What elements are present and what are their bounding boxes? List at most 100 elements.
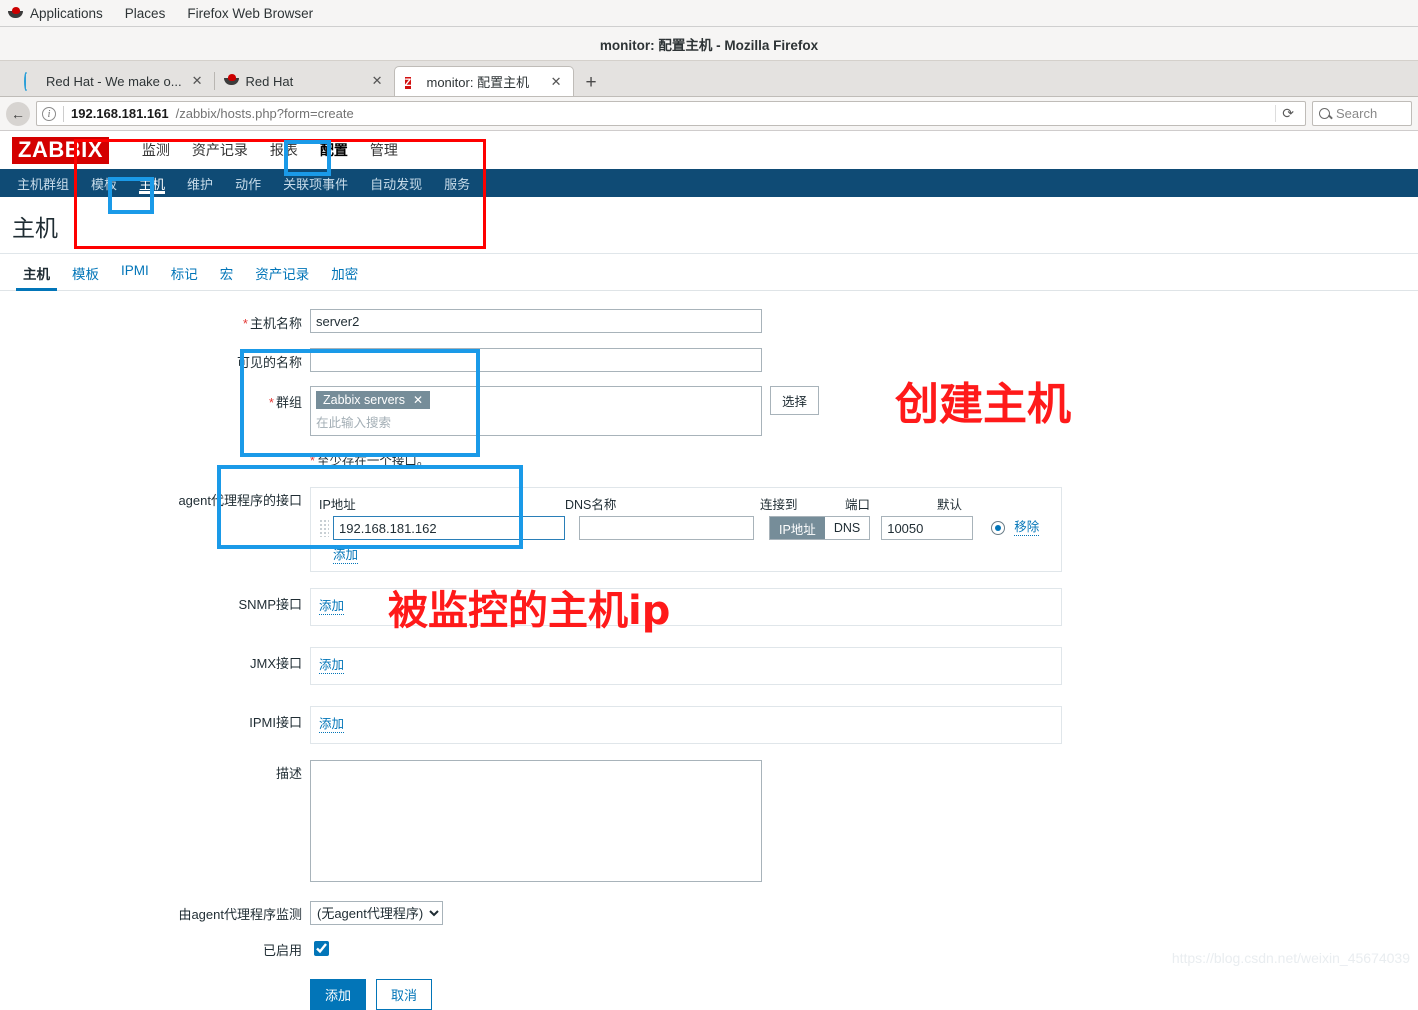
add-snmp-interface-link[interactable]: 添加 <box>319 599 345 615</box>
tab-inventory[interactable]: 资产记录 <box>244 254 320 290</box>
group-multiselect[interactable]: Zabbix servers ✕ 在此输入搜索 <box>310 386 762 436</box>
col-port-header: 端口 <box>845 498 871 512</box>
tab-tags[interactable]: 标记 <box>160 254 209 290</box>
search-icon <box>1319 108 1330 119</box>
zabbix-header: ZABBIX 监测 资产记录 报表 配置 管理 <box>0 131 1418 169</box>
interface-port-input[interactable] <box>881 516 974 540</box>
tab-templates[interactable]: 模板 <box>61 254 110 290</box>
browser-tab-3-label: monitor: 配置主机 <box>426 75 530 90</box>
zabbix-sub-menu: 主机群组 模板 主机 维护 动作 关联项事件 自动发现 服务 <box>0 169 1418 197</box>
group-search-placeholder[interactable]: 在此输入搜索 <box>316 409 756 431</box>
tab-encryption[interactable]: 加密 <box>320 254 369 290</box>
add-ipmi-interface-link[interactable]: 添加 <box>319 717 345 733</box>
firefox-menu[interactable]: Firefox Web Browser <box>187 6 313 21</box>
ipmi-interface-box: 添加 <box>310 706 1062 744</box>
places-menu[interactable]: Places <box>125 6 166 21</box>
navigation-toolbar: ← i 192.168.181.161/zabbix/hosts.php?for… <box>0 97 1418 131</box>
submenu-item-hosts[interactable]: 主机 <box>128 169 176 197</box>
required-marker: * <box>268 395 274 410</box>
form-tab-bar: 主机 模板 IPMI 标记 宏 资产记录 加密 <box>0 254 1418 291</box>
drag-handle-icon[interactable] <box>319 519 329 537</box>
select-group-button[interactable]: 选择 <box>770 386 820 415</box>
add-agent-interface-link[interactable]: 添加 <box>333 548 359 564</box>
submenu-item-services[interactable]: 服务 <box>433 169 481 197</box>
interface-hint-control: * 至少存在一个接口。 <box>310 436 1418 469</box>
submenu-item-hostgroups[interactable]: 主机群组 <box>6 169 80 197</box>
interface-ip-input[interactable] <box>333 516 565 540</box>
visiblename-label: 可见的名称 <box>236 355 302 370</box>
default-interface-radio[interactable] <box>991 521 1006 535</box>
hostname-label: 主机名称 <box>249 316 302 331</box>
remove-interface-link[interactable]: 移除 <box>1014 520 1040 536</box>
connect-dns-option[interactable]: DNS <box>824 517 870 539</box>
connect-to-toggle[interactable]: IP地址 DNS <box>769 516 871 540</box>
interface-row: IP地址 DNS 移除 <box>319 516 1053 540</box>
group-control: Zabbix servers ✕ 在此输入搜索 选择 <box>310 380 1418 436</box>
group-label-wrap: * 群组 <box>0 380 310 411</box>
close-tab-3-icon[interactable]: ✕ <box>548 74 565 90</box>
interface-column-headers: IP地址 DNS名称 连接到 端口 默认 <box>319 494 1053 516</box>
visiblename-control <box>310 342 1418 372</box>
tab-macros[interactable]: 宏 <box>209 254 245 290</box>
submenu-item-correlation[interactable]: 关联项事件 <box>272 169 359 197</box>
form-actions: 添加 取消 <box>310 973 1418 1010</box>
row-interface-hint: * 至少存在一个接口。 <box>0 436 1418 469</box>
visiblename-input[interactable] <box>310 348 762 372</box>
row-snmp-interface: SNMP接口 添加 <box>0 582 1418 626</box>
interface-dns-input[interactable] <box>579 516 754 540</box>
remove-group-chip-icon[interactable]: ✕ <box>413 393 423 407</box>
url-divider <box>63 105 64 122</box>
browser-tab-3[interactable]: Z monitor: 配置主机 ✕ <box>393 66 574 96</box>
add-jmx-interface-link[interactable]: 添加 <box>319 658 345 674</box>
window-title: monitor: 配置主机 - Mozilla Firefox <box>599 37 819 53</box>
tab-strip: Red Hat - We make o... ✕ Red Hat ✕ Z mon… <box>0 61 1418 97</box>
menu-item-configuration[interactable]: 配置 <box>309 136 359 164</box>
ring-icon <box>24 71 39 91</box>
applications-menu-label: Applications <box>30 5 103 21</box>
ipmi-control: 添加 <box>310 700 1418 744</box>
proxy-select[interactable]: (无agent代理程序) <box>310 901 443 925</box>
zabbix-main-menu: 监测 资产记录 报表 配置 管理 <box>131 136 409 164</box>
reload-icon[interactable]: ⟳ <box>1275 105 1300 122</box>
jmx-control: 添加 <box>310 641 1418 685</box>
close-tab-2-icon[interactable]: ✕ <box>369 73 386 89</box>
menu-item-monitoring[interactable]: 监测 <box>131 136 181 164</box>
submenu-item-actions[interactable]: 动作 <box>224 169 272 197</box>
description-textarea[interactable] <box>310 760 762 882</box>
watermark: https://blog.csdn.net/weixin_45674039 <box>1171 950 1410 966</box>
hostname-input[interactable] <box>310 309 762 333</box>
new-tab-button[interactable]: + <box>574 72 609 96</box>
submenu-item-maintenance[interactable]: 维护 <box>176 169 224 197</box>
add-button[interactable]: 添加 <box>310 979 367 1010</box>
redhat-icon <box>8 6 23 20</box>
enabled-checkbox[interactable] <box>314 941 329 956</box>
zabbix-logo[interactable]: ZABBIX <box>12 136 109 164</box>
close-tab-1-icon[interactable]: ✕ <box>189 73 206 89</box>
menu-item-inventory[interactable]: 资产记录 <box>181 136 259 164</box>
menu-item-reports[interactable]: 报表 <box>259 136 309 164</box>
back-arrow-icon[interactable]: ← <box>6 101 30 126</box>
col-ip-header: IP地址 <box>319 498 356 512</box>
applications-menu[interactable]: Applications <box>8 6 103 21</box>
site-info-icon[interactable]: i <box>42 106 56 121</box>
browser-tab-1[interactable]: Red Hat - We make o... ✕ <box>14 66 214 96</box>
url-bar[interactable]: i 192.168.181.161/zabbix/hosts.php?form=… <box>36 101 1306 126</box>
proxy-control: (无agent代理程序) <box>310 895 1418 925</box>
submenu-item-templates[interactable]: 模板 <box>80 169 128 197</box>
row-groups: * 群组 Zabbix servers ✕ 在此输入搜索 选择 <box>0 380 1418 436</box>
row-visiblename: 可见的名称 <box>0 342 1418 372</box>
menu-item-administration[interactable]: 管理 <box>359 136 409 164</box>
redhat-icon <box>223 73 239 89</box>
required-marker: * <box>310 454 315 468</box>
connect-ip-option[interactable]: IP地址 <box>770 517 825 539</box>
agent-interface-label: agent代理程序的接口 <box>178 493 302 508</box>
url-host: 192.168.181.161 <box>71 106 169 121</box>
submenu-item-discovery[interactable]: 自动发现 <box>359 169 433 197</box>
tab-host[interactable]: 主机 <box>12 254 61 291</box>
cancel-button[interactable]: 取消 <box>376 979 433 1010</box>
zabbix-page: ZABBIX 监测 资产记录 报表 配置 管理 主机群组 模板 主机 维护 动作… <box>0 131 1418 1010</box>
search-bar[interactable]: Search <box>1312 101 1412 126</box>
tab-ipmi[interactable]: IPMI <box>110 254 160 290</box>
row-agent-interface: agent代理程序的接口 IP地址 DNS名称 连接到 端口 默认 IP地址 D… <box>0 481 1418 572</box>
browser-tab-2[interactable]: Red Hat ✕ <box>213 66 394 96</box>
